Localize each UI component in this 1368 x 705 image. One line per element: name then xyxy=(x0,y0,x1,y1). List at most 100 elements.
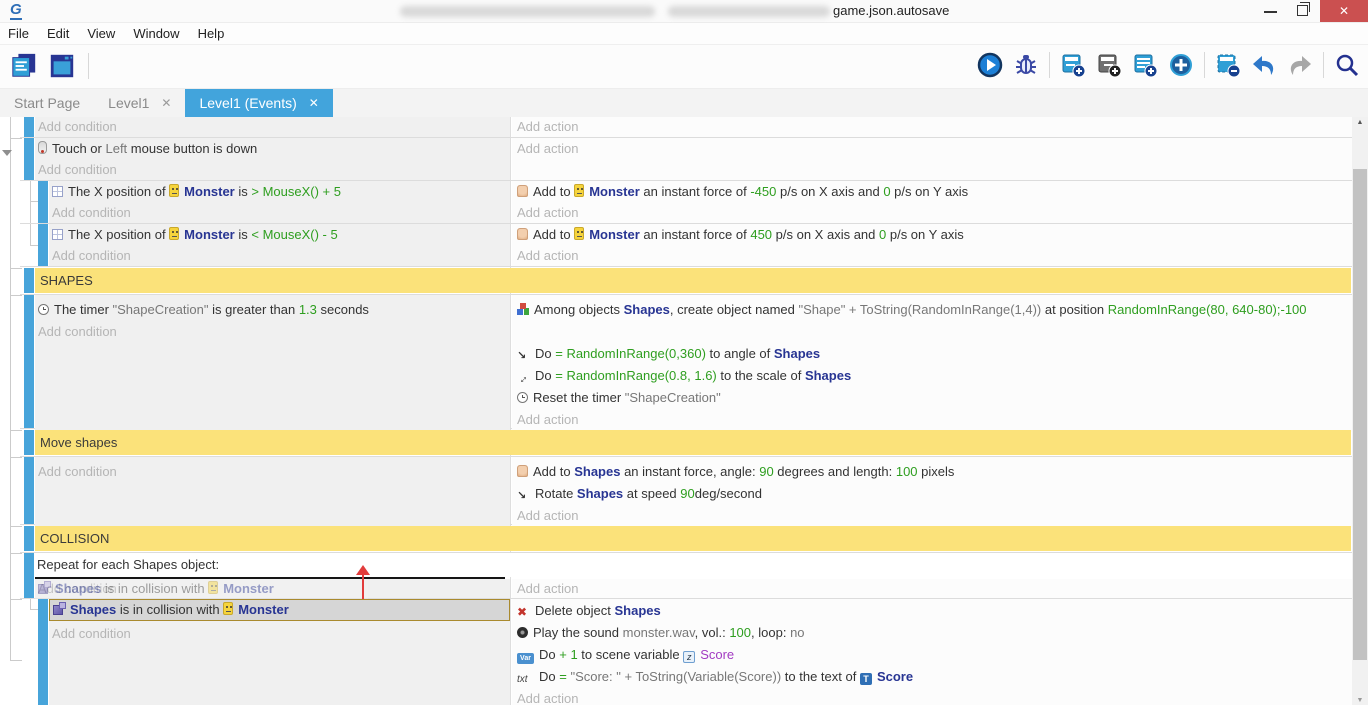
tab-level1[interactable]: Level1 ✕ xyxy=(94,89,185,117)
add-comment-icon[interactable] xyxy=(1132,52,1158,78)
action-row[interactable]: Add to Monster an instant force of -450 … xyxy=(512,181,1352,203)
timer-icon xyxy=(38,304,49,315)
add-action-button[interactable]: Add action xyxy=(512,505,1352,527)
toolbar-separator xyxy=(1204,52,1205,78)
action-row[interactable]: txtDo = "Score: " + ToString(Variable(Sc… xyxy=(512,666,1352,688)
condition-cell: Add condition xyxy=(35,457,510,528)
event-bar xyxy=(24,430,34,455)
search-icon[interactable] xyxy=(1334,52,1360,78)
tab-level1-events[interactable]: Level1 (Events) ✕ xyxy=(185,89,332,117)
action-row[interactable]: ↘Rotate Shapes at speed 90deg/second xyxy=(512,483,1352,505)
condition-row[interactable]: The X position of Monster is < MouseX() … xyxy=(49,224,510,246)
event-bar xyxy=(38,599,48,705)
add-action-button[interactable]: Add action xyxy=(512,203,1352,223)
action-row[interactable]: ↘Do = RandomInRange(0,360) to angle of S… xyxy=(512,343,1352,365)
tree-line xyxy=(10,117,11,660)
action-row[interactable]: Play the sound monster.wav, vol.: 100, l… xyxy=(512,622,1352,644)
condition-row[interactable]: Touch or Left mouse button is down xyxy=(35,138,510,160)
remove-event-icon[interactable] xyxy=(1215,52,1241,78)
action-row[interactable]: Add to Shapes an instant force, angle: 9… xyxy=(512,461,1352,483)
selected-condition-row[interactable]: Shapes is in collision with Monster xyxy=(49,599,510,621)
condition-row[interactable]: The X position of Monster is > MouseX() … xyxy=(49,181,510,203)
close-tab-icon[interactable]: ✕ xyxy=(309,96,319,110)
hand-icon xyxy=(517,228,528,240)
group-header-collision[interactable]: COLLISION xyxy=(35,526,1351,551)
action-cell: Add action xyxy=(512,579,1352,598)
add-condition-button[interactable]: Add condition xyxy=(35,461,510,483)
create-icon xyxy=(517,303,529,315)
position-icon xyxy=(52,186,63,197)
action-row[interactable]: ✖Delete object Shapes xyxy=(512,600,1352,622)
action-cell: Add action xyxy=(512,117,1352,137)
event-bar xyxy=(24,553,34,598)
add-action-button[interactable]: Add action xyxy=(512,409,1352,431)
add-event-icon[interactable] xyxy=(1060,52,1086,78)
menu-edit[interactable]: Edit xyxy=(38,26,78,41)
collision-icon xyxy=(38,584,48,594)
event-bar xyxy=(38,224,48,266)
monster-icon xyxy=(574,184,584,197)
tab-start-page[interactable]: Start Page xyxy=(0,89,94,117)
event-bar xyxy=(24,526,34,551)
event-bar xyxy=(38,181,48,223)
collapse-arrow-icon[interactable] xyxy=(2,150,12,156)
vertical-scrollbar[interactable]: ▲ ▼ xyxy=(1352,117,1368,705)
minimize-button[interactable] xyxy=(1264,11,1277,13)
condition-cell: Add condition xyxy=(49,621,510,705)
timer-icon xyxy=(517,392,528,403)
condition-row[interactable]: The timer "ShapeCreation" is greater tha… xyxy=(35,299,510,321)
condition-cell: The X position of Monster is < MouseX() … xyxy=(49,224,510,266)
condition-cell: Touch or Left mouse button is down Add c… xyxy=(35,138,510,180)
add-condition-button[interactable]: Add condition xyxy=(35,117,510,137)
add-action-button[interactable]: Add action xyxy=(512,688,1352,705)
menu-window[interactable]: Window xyxy=(124,26,188,41)
sound-icon xyxy=(517,627,528,638)
scrollbar-thumb[interactable] xyxy=(1353,169,1367,660)
close-tab-icon[interactable]: ✕ xyxy=(161,96,171,110)
add-condition-button[interactable]: Add condition xyxy=(49,203,510,223)
gdevelop-logo-icon: G xyxy=(10,1,22,20)
add-action-button[interactable]: Add action xyxy=(512,579,1352,598)
undo-icon[interactable] xyxy=(1251,52,1277,78)
add-action-button[interactable]: Add action xyxy=(512,138,1352,160)
action-cell: ✖Delete object Shapes Play the sound mon… xyxy=(512,599,1352,705)
action-cell: Add to Monster an instant force of 450 p… xyxy=(512,224,1352,266)
group-header-move-shapes[interactable]: Move shapes xyxy=(35,430,1351,455)
add-condition-button[interactable]: Add condition xyxy=(49,623,510,645)
var-icon: Var xyxy=(517,653,534,664)
menu-file[interactable]: File xyxy=(0,26,38,41)
action-row[interactable]: VarDo + 1 to scene variable zScore xyxy=(512,644,1352,666)
scroll-down-icon[interactable]: ▼ xyxy=(1352,697,1368,704)
scroll-up-icon[interactable]: ▲ xyxy=(1352,119,1368,126)
monster-icon xyxy=(223,602,233,615)
add-condition-button[interactable]: Add condition xyxy=(49,246,510,266)
action-cell: Add action xyxy=(512,138,1352,180)
add-action-button[interactable]: Add action xyxy=(512,117,1352,137)
add-other-icon[interactable] xyxy=(1168,52,1194,78)
add-subevent-icon[interactable] xyxy=(1096,52,1122,78)
close-button[interactable]: ✕ xyxy=(1320,0,1368,22)
menu-view[interactable]: View xyxy=(78,26,124,41)
project-manager-icon[interactable] xyxy=(10,52,38,80)
scene-editor-icon[interactable] xyxy=(48,52,76,80)
debug-icon[interactable] xyxy=(1013,52,1039,78)
group-header-shapes[interactable]: SHAPES xyxy=(35,268,1351,293)
add-action-button[interactable]: Add action xyxy=(512,246,1352,266)
restore-button[interactable] xyxy=(1297,5,1308,16)
repeat-event-row[interactable]: Repeat for each Shapes object: xyxy=(35,553,512,577)
hand-icon xyxy=(517,465,528,477)
monster-icon xyxy=(208,581,218,594)
action-row[interactable]: Add to Monster an instant force of 450 p… xyxy=(512,224,1352,246)
redo-icon[interactable] xyxy=(1287,52,1313,78)
menu-help[interactable]: Help xyxy=(189,26,234,41)
add-condition-button[interactable]: Add condition xyxy=(35,160,510,180)
monster-icon xyxy=(169,227,179,240)
play-icon[interactable] xyxy=(977,52,1003,78)
add-condition-button[interactable]: Add condition xyxy=(35,321,510,343)
action-row[interactable]: ↔Do = RandomInRange(0.8, 1.6) to the sca… xyxy=(512,365,1352,387)
hand-icon xyxy=(517,185,528,197)
action-row[interactable]: Among objects Shapes, create object name… xyxy=(512,299,1341,343)
action-cell: Add to Monster an instant force of -450 … xyxy=(512,181,1352,223)
action-row[interactable]: Reset the timer "ShapeCreation" xyxy=(512,387,1352,409)
toolbar-separator xyxy=(88,53,89,79)
